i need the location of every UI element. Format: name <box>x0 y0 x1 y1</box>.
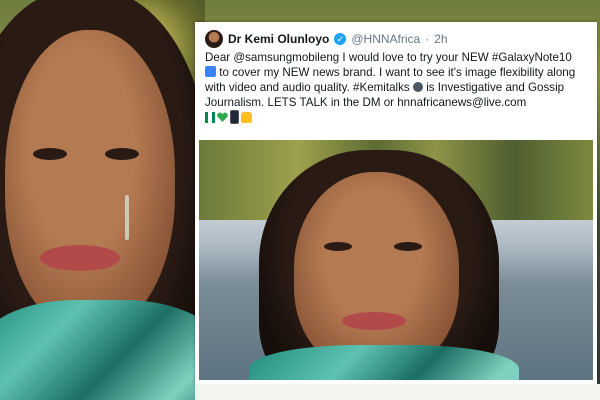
background-face <box>5 30 175 330</box>
emoji-row <box>205 110 252 124</box>
photo-right-eye <box>394 242 422 251</box>
tweet-attached-photo[interactable] <box>199 140 593 380</box>
verified-badge-icon: ✓ <box>334 33 347 45</box>
tweet-line-1: Dear @samsungmobileng I would love to tr… <box>205 51 572 64</box>
author-handle[interactable]: @HNNAfrica <box>351 32 420 46</box>
photo-face <box>294 172 459 372</box>
author-name[interactable]: Dr Kemi Olunloyo <box>228 32 329 46</box>
background-green-top <box>0 300 220 400</box>
avatar[interactable] <box>205 30 223 48</box>
tweet-timestamp[interactable]: 2h <box>434 32 447 46</box>
bottom-strip <box>195 384 600 400</box>
tweet-header: Dr Kemi Olunloyo ✓ @HNNAfrica · 2h <box>205 28 448 50</box>
tweet-line-3-text-b: is Investigative and Gossip <box>426 81 565 94</box>
tweet-text: Dear @samsungmobileng I would love to tr… <box>205 50 590 110</box>
earring <box>125 195 129 240</box>
speaking-head-emoji-icon <box>412 82 423 92</box>
nigeria-flag-icon <box>205 111 215 123</box>
right-eye <box>105 148 139 160</box>
left-eye <box>33 148 67 160</box>
photo-left-eye <box>324 242 352 251</box>
phone-emoji-icon <box>205 66 216 77</box>
thumbs-up-icon <box>241 111 252 123</box>
photo-lips <box>342 312 406 330</box>
mobile-phone-icon <box>230 110 239 124</box>
tweet-line-2: to cover my NEW news brand. I want to se… <box>205 65 590 80</box>
lips <box>40 245 120 271</box>
tweet-line-4: Journalism. LETS TALK in the DM or hnnaf… <box>205 96 527 109</box>
tweet-line-3: with video and audio quality. #Kemitalks… <box>205 80 590 95</box>
tweet-card[interactable]: Dr Kemi Olunloyo ✓ @HNNAfrica · 2h Dear … <box>195 22 597 384</box>
separator-dot: · <box>425 32 430 46</box>
photo-green-top <box>249 345 519 380</box>
tweet-line-3-text: with video and audio quality. #Kemitalks <box>205 81 410 94</box>
green-heart-icon <box>217 112 228 122</box>
tweet-line-2-text: to cover my NEW news brand. I want to se… <box>219 66 576 79</box>
